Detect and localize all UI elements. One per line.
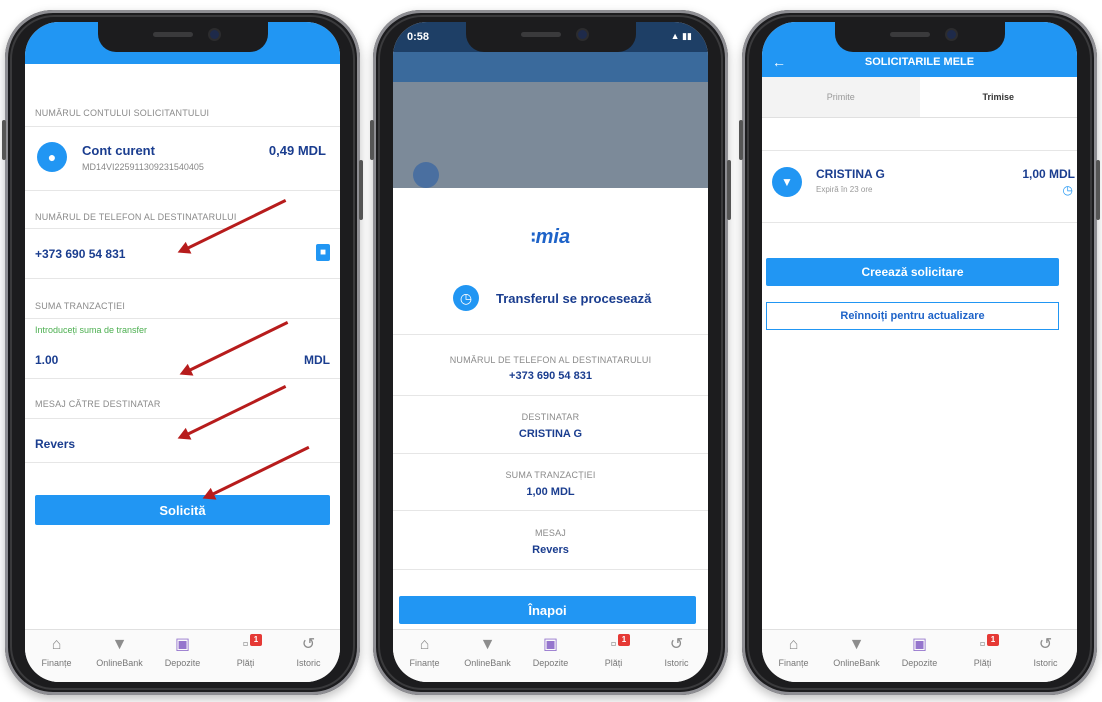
home-icon: ⌂ <box>788 636 799 653</box>
payments-icon: ▫ <box>610 636 617 653</box>
message-value: Revers <box>532 544 569 556</box>
clock-icon: ◷ <box>453 285 479 311</box>
tab-bar: Primite Trimise <box>762 77 1077 118</box>
amount-value: 1,00 MDL <box>526 486 575 498</box>
nav-finance[interactable]: ⌂ Finanțe <box>25 636 88 668</box>
processing-text: Transferul se procesează <box>496 291 652 306</box>
annotation-arrow-phone <box>184 199 287 251</box>
page-title: SOLICITARILE MELE <box>864 56 975 68</box>
dimmed-background <box>393 52 708 188</box>
nav-deposits[interactable]: ▣ Depozite <box>151 636 214 668</box>
amount-input[interactable]: 1.00 <box>35 353 58 367</box>
request-amount: 1,00 MDL <box>1022 167 1075 181</box>
nav-onlinebank[interactable]: ▼ OnlineBank <box>88 636 151 668</box>
recipient-value: CRISTINA G <box>518 428 583 440</box>
account-name: Cont curent <box>82 143 155 158</box>
my-requests-screen: ← SOLICITARILE MELE Primite Trimise ▼ CR… <box>762 22 1077 682</box>
nav-history[interactable]: ↺ Istoric <box>1014 636 1077 668</box>
amount-hint: Introduceți suma de transfer <box>35 325 148 335</box>
nav-deposits[interactable]: ▣ Depozite <box>888 636 951 668</box>
deposit-icon: ▣ <box>542 636 559 653</box>
payments-badge: 1 <box>618 634 630 646</box>
nav-finance[interactable]: ⌂ Finanțe <box>393 636 456 668</box>
annotation-arrow-amount <box>186 321 289 373</box>
currency-label: MDL <box>304 353 330 367</box>
signal-battery-icon: ▲ ▮▮ <box>670 31 692 41</box>
bottom-navigation: ⌂ Finanțe ▼ OnlineBank ▣ Depozite ▫ 1 Plăți ↺… <box>393 629 708 682</box>
request-name: CRISTINA G <box>816 167 885 181</box>
account-label: NUMĂRUL CONTULUI SOLICITANTULUI <box>35 108 210 118</box>
back-button[interactable]: Înapoi <box>399 596 696 624</box>
phone-label: NUMĂRUL DE TELEFON AL DESTINATARULUI <box>35 212 237 222</box>
tab-received[interactable]: Primite <box>762 77 920 117</box>
request-expiry: Expiră în 23 ore <box>816 185 873 194</box>
clock-icon: ◷ <box>1062 183 1073 197</box>
nav-payments[interactable]: ▫ 1 Plăți <box>951 634 1014 668</box>
message-input[interactable]: Revers <box>35 437 75 451</box>
onlinebank-icon: ▼ <box>111 636 128 653</box>
deposit-icon: ▣ <box>911 636 928 653</box>
account-avatar-icon: ● <box>37 142 67 172</box>
recipient-label: DESTINATAR <box>521 412 580 422</box>
nav-finance[interactable]: ⌂ Finanțe <box>762 636 825 668</box>
payments-icon: ▫ <box>979 636 986 653</box>
phone-input[interactable]: +373 690 54 831 <box>35 247 125 261</box>
home-icon: ⌂ <box>51 636 62 653</box>
nav-payments[interactable]: ▫ 1 Plăți <box>582 634 645 668</box>
deposit-icon: ▣ <box>174 636 191 653</box>
nav-payments[interactable]: ▫ 1 Plăți <box>214 634 277 668</box>
account-card[interactable]: ● Cont curent MD14VI225911309231540405 0… <box>25 128 340 188</box>
nav-onlinebank[interactable]: ▼ OnlineBank <box>825 636 888 668</box>
nav-deposits[interactable]: ▣ Depozite <box>519 636 582 668</box>
request-submit-button[interactable]: Solicită <box>35 495 330 525</box>
tab-sent[interactable]: Trimise <box>919 77 1077 117</box>
request-form-screen: NUMĂRUL CONTULUI SOLICITANTULUI ● Cont c… <box>25 22 340 682</box>
phone-frame-my-requests: ← SOLICITARILE MELE Primite Trimise ▼ CR… <box>739 10 1100 695</box>
onlinebank-icon: ▼ <box>479 636 496 653</box>
amount-label: SUMA TRANZACȚIEI <box>35 301 126 311</box>
account-balance: 0,49 MDL <box>268 143 326 158</box>
message-label: MESAJ CĂTRE DESTINATAR <box>35 399 161 409</box>
history-icon: ↺ <box>1038 636 1053 653</box>
onlinebank-icon: ▼ <box>772 167 802 197</box>
mia-logo: ∶mia <box>530 226 571 248</box>
nav-history[interactable]: ↺ Istoric <box>277 636 340 668</box>
nav-history[interactable]: ↺ Istoric <box>645 636 708 668</box>
annotation-arrow-message <box>184 385 287 437</box>
refresh-button[interactable]: Reînnoiți pentru actualizare <box>766 302 1059 330</box>
status-time: 0:58 <box>407 31 430 43</box>
processing-screen: 0:58 ▲ ▮▮ ∶mia ◷ Transferul se proceseaz… <box>393 22 708 682</box>
history-icon: ↺ <box>301 636 316 653</box>
home-icon: ⌂ <box>419 636 430 653</box>
request-list-item[interactable]: ▼ CRISTINA G Expiră în 23 ore 1,00 MDL ◷ <box>762 151 1077 221</box>
phone-frame-request-form: NUMĂRUL CONTULUI SOLICITANTULUI ● Cont c… <box>2 10 363 695</box>
processing-dialog: ∶mia ◷ Transferul se procesează NUMĂRUL … <box>393 188 708 630</box>
payments-badge: 1 <box>250 634 262 646</box>
contact-book-icon[interactable]: ■ <box>316 244 330 261</box>
onlinebank-icon: ▼ <box>848 636 865 653</box>
create-request-button[interactable]: Creează solicitare <box>766 258 1059 286</box>
bottom-navigation: ⌂ Finanțe ▼ OnlineBank ▣ Depozite ▫ 1 Plăți ↺… <box>762 629 1077 682</box>
account-number: MD14VI225911309231540405 <box>82 162 204 172</box>
amount-label: SUMA TRANZACȚIEI <box>505 470 596 480</box>
nav-onlinebank[interactable]: ▼ OnlineBank <box>456 636 519 668</box>
phone-frame-processing: 0:58 ▲ ▮▮ ∶mia ◷ Transferul se proceseaz… <box>370 10 731 695</box>
recipient-phone-value: +373 690 54 831 <box>509 370 592 382</box>
recipient-phone-label: NUMĂRUL DE TELEFON AL DESTINATARULUI <box>449 355 652 365</box>
bottom-navigation: ⌂ Finanțe ▼ OnlineBank ▣ Depozite ▫ 1 Plăți ↺… <box>25 629 340 682</box>
annotation-arrow-submit <box>209 445 310 497</box>
payments-icon: ▫ <box>242 636 249 653</box>
history-icon: ↺ <box>669 636 684 653</box>
message-label: MESAJ <box>534 528 566 538</box>
payments-badge: 1 <box>987 634 999 646</box>
